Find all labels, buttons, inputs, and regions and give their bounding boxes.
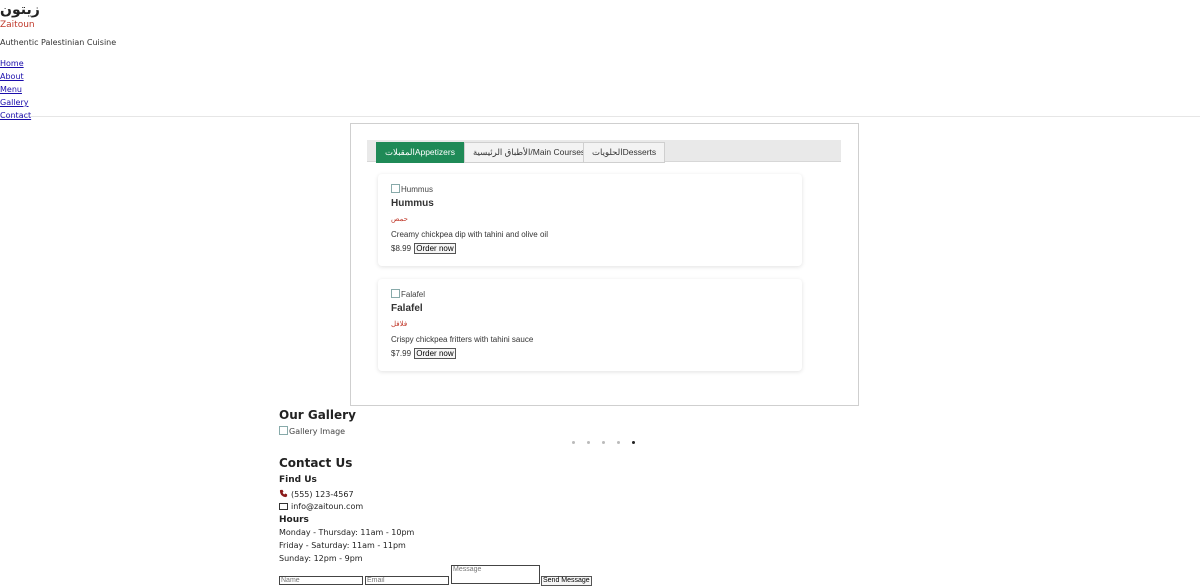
menu-item-price: $7.99 <box>391 349 412 358</box>
tab-desserts[interactable]: الحلوياتDesserts <box>583 142 666 163</box>
broken-image-icon <box>279 426 288 435</box>
menu-item-card: Hummus Hummus حمص Creamy chickpea dip wi… <box>378 174 802 266</box>
contact-title: Contact Us <box>279 456 353 470</box>
broken-image-icon <box>391 184 400 193</box>
menu-item-name: Hummus <box>391 198 434 209</box>
send-message-button[interactable]: Send Message <box>541 576 592 586</box>
tab-main-courses[interactable]: الأطباق الرئيسية/Main Courses <box>464 142 595 163</box>
site-header: زيتون Zaitoun Authentic Palestinian Cuis… <box>0 0 1200 120</box>
hours-heading: Hours <box>279 515 309 525</box>
menu-item-description: Creamy chickpea dip with tahini and oliv… <box>391 230 548 239</box>
contact-email: info@zaitoun.com <box>279 502 363 511</box>
gallery-dot[interactable] <box>602 441 605 444</box>
menu-item-card: Falafel Falafel فلافل Crispy chickpea fr… <box>378 279 802 371</box>
menu-item-name-arabic: حمص <box>391 216 408 223</box>
tagline: Authentic Palestinian Cuisine <box>0 38 117 47</box>
menu-item-name: Falafel <box>391 303 423 314</box>
broken-image-icon <box>391 289 400 298</box>
menu-item-image: Falafel <box>391 289 425 299</box>
mail-icon <box>279 503 288 510</box>
find-us-heading: Find Us <box>279 475 317 485</box>
gallery-image-alt: Gallery Image <box>289 427 346 436</box>
email-field[interactable] <box>365 576 449 585</box>
order-now-button[interactable]: Order now <box>414 348 456 359</box>
phone-number: (555) 123-4567 <box>291 490 354 499</box>
menu-panel: المقبلاتAppetizers الأطباق الرئيسية/Main… <box>350 123 859 406</box>
menu-tabbar: المقبلاتAppetizers الأطباق الرئيسية/Main… <box>367 140 841 163</box>
menu-item-image-alt: Hummus <box>401 185 434 194</box>
menu-item-name-arabic: فلافل <box>391 321 408 328</box>
name-field[interactable] <box>279 576 363 585</box>
main-nav: Home About Menu Gallery Contact <box>0 51 31 120</box>
menu-item-price: $8.99 <box>391 244 412 253</box>
contact-phone: (555) 123-4567 <box>279 489 354 499</box>
menu-item-image-alt: Falafel <box>401 290 426 299</box>
order-now-button[interactable]: Order now <box>414 243 456 254</box>
email-address: info@zaitoun.com <box>291 502 364 511</box>
gallery-image: Gallery Image <box>279 426 345 436</box>
message-field[interactable] <box>451 565 540 584</box>
hours-line: Monday - Thursday: 11am - 10pm <box>279 528 415 537</box>
tab-appetizers[interactable]: المقبلاتAppetizers <box>376 142 464 163</box>
menu-item-description: Crispy chickpea fritters with tahini sau… <box>391 335 534 344</box>
brand-name-english: Zaitoun <box>0 20 35 30</box>
gallery-dot[interactable] <box>632 441 635 444</box>
gallery-title: Our Gallery <box>279 408 356 422</box>
gallery-dot[interactable] <box>617 441 620 444</box>
phone-icon <box>279 489 288 498</box>
nav-link-contact[interactable]: Contact <box>0 111 31 120</box>
gallery-dot[interactable] <box>587 441 590 444</box>
hours-line: Sunday: 12pm - 9pm <box>279 554 363 563</box>
menu-item-image: Hummus <box>391 184 433 194</box>
hours-line: Friday - Saturday: 11am - 11pm <box>279 541 406 550</box>
brand-name-arabic: زيتون <box>0 2 40 18</box>
gallery-dot[interactable] <box>572 441 575 444</box>
